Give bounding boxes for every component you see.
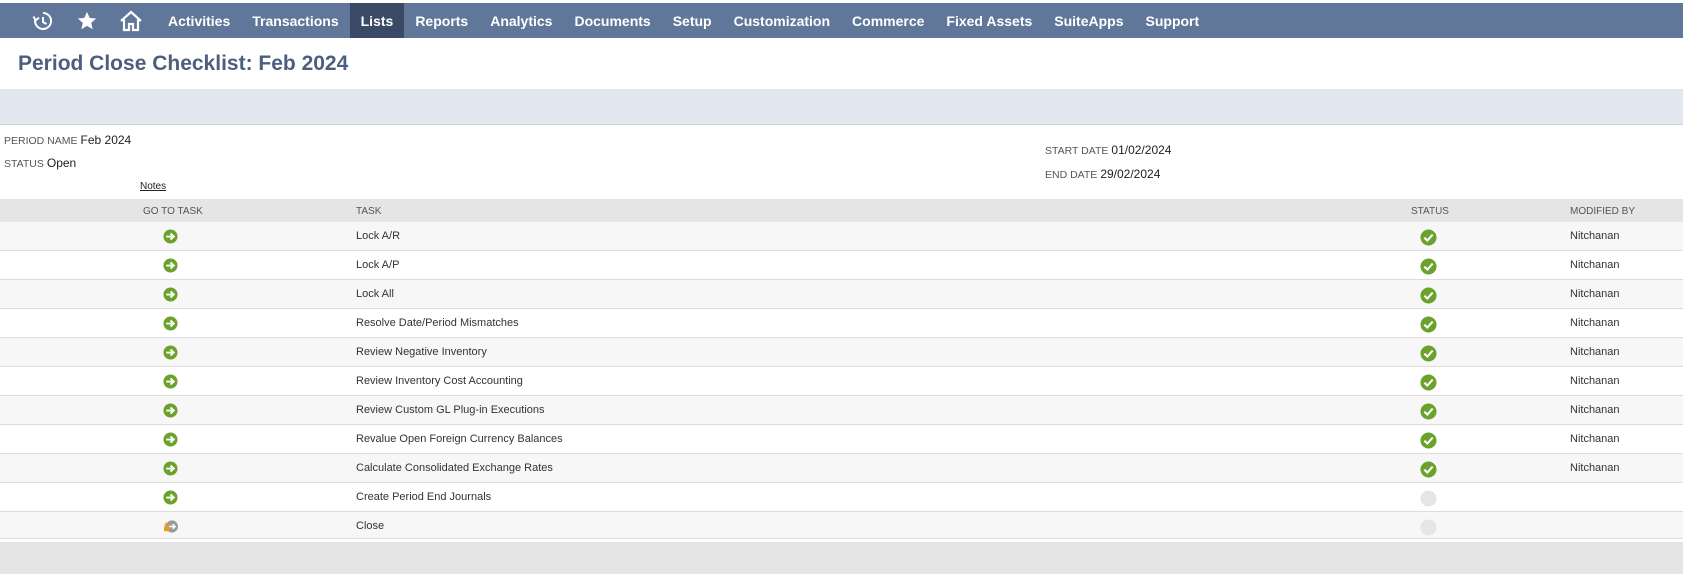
nav-customization[interactable]: Customization [723,3,841,38]
column-go-to-task: Go To Task [143,206,203,217]
go-to-task-icon[interactable] [163,432,178,447]
table-row: Calculate Consolidated Exchange Rates Nit… [0,454,1683,483]
nav-commerce[interactable]: Commerce [841,3,935,38]
pending-status-icon [1420,490,1437,507]
period-name-value: Feb 2024 [80,133,132,147]
start-date-value: 01/02/2024 [1111,143,1172,157]
status-field: Status Open [4,156,76,170]
modified-by: Nitchanan [1570,288,1620,300]
modified-by: Nitchanan [1570,259,1620,271]
go-to-task-icon[interactable] [163,316,178,331]
status-label: Status [4,158,44,170]
task-name: Review Inventory Cost Accounting [356,375,523,387]
modified-by: Nitchanan [1570,375,1620,387]
modified-by: Nitchanan [1570,462,1620,474]
nav-reports[interactable]: Reports [404,3,479,38]
nav-analytics[interactable]: Analytics [479,3,563,38]
task-name: Revalue Open Foreign Currency Balances [356,433,563,445]
task-name: Close [356,520,385,532]
complete-check-icon [1420,258,1437,275]
nav-suiteapps[interactable]: SuiteApps [1043,3,1134,38]
go-to-task-icon[interactable] [163,403,178,418]
task-name: Resolve Date/Period Mismatches [356,317,519,329]
recent-records-icon[interactable] [21,3,65,38]
modified-by: Nitchanan [1570,346,1620,358]
pending-status-icon [1420,519,1437,536]
complete-check-icon [1420,432,1437,449]
nav-fixed-assets[interactable]: Fixed Assets [935,3,1043,38]
status-value: Open [46,156,77,170]
footer-bar [0,542,1683,574]
modified-by: Nitchanan [1570,433,1620,445]
complete-check-icon [1420,345,1437,362]
nav-documents[interactable]: Documents [563,3,661,38]
top-navigation: Activities Transactions Lists Reports An… [0,3,1683,38]
table-row: Close [0,512,1683,539]
task-name: Lock A/R [356,230,401,242]
table-row: Create Period End Journals [0,483,1683,512]
star-icon[interactable] [65,3,109,38]
period-name-label: Period Name [4,135,78,147]
nav-transactions[interactable]: Transactions [241,3,349,38]
table-row: Revalue Open Foreign Currency Balances Ni… [0,425,1683,454]
start-date-label: Start Date [1045,145,1109,157]
nav-activities[interactable]: Activities [157,3,241,38]
end-date-label: End Date [1045,169,1098,181]
task-name: Create Period End Journals [356,491,492,503]
end-date-field: End Date 29/02/2024 [1045,167,1160,181]
period-name-field: Period Name Feb 2024 [4,133,131,147]
table-row: Review Custom GL Plug-in Executions Nitch… [0,396,1683,425]
column-modified-by: Modified By [1570,206,1636,217]
complete-check-icon [1420,287,1437,304]
complete-check-icon [1420,403,1437,420]
notes-link[interactable]: Notes [140,181,166,192]
complete-check-icon [1420,229,1437,246]
task-name: Lock A/P [356,259,400,271]
locked-task-icon [163,519,179,534]
home-icon[interactable] [109,3,153,38]
modified-by: Nitchanan [1570,317,1620,329]
table-row: Lock A/R Nitchanan [0,222,1683,251]
go-to-task-icon[interactable] [163,374,178,389]
end-date-value: 29/02/2024 [1100,167,1161,181]
header-bar [0,89,1683,125]
task-name: Review Custom GL Plug-in Executions [356,404,545,416]
go-to-task-icon[interactable] [163,229,178,244]
nav-setup[interactable]: Setup [662,3,723,38]
table-header: Go To Task Task Status Modified By [0,199,1683,222]
task-name: Review Negative Inventory [356,346,487,358]
go-to-task-icon[interactable] [163,258,178,273]
task-table-body: Lock A/R Nitchanan Lock A/P Nitchanan Lock A… [0,222,1683,539]
table-row: Lock A/P Nitchanan [0,251,1683,280]
go-to-task-icon[interactable] [163,490,178,505]
table-row: Review Inventory Cost Accounting Nitchana… [0,367,1683,396]
task-name: Lock All [356,288,394,300]
page-title: Period Close Checklist: Feb 2024 [18,52,349,75]
go-to-task-icon[interactable] [163,287,178,302]
go-to-task-icon[interactable] [163,345,178,360]
column-task: Task [356,206,382,217]
nav-support[interactable]: Support [1135,3,1211,38]
table-row: Review Negative Inventory Nitchanan [0,338,1683,367]
task-name: Calculate Consolidated Exchange Rates [356,462,553,474]
modified-by: Nitchanan [1570,404,1620,416]
column-status: Status [1411,206,1449,217]
complete-check-icon [1420,374,1437,391]
complete-check-icon [1420,316,1437,333]
nav-lists[interactable]: Lists [349,3,405,38]
complete-check-icon [1420,461,1437,478]
go-to-task-icon[interactable] [163,461,178,476]
modified-by: Nitchanan [1570,230,1620,242]
table-row: Lock All Nitchanan [0,280,1683,309]
start-date-field: Start Date 01/02/2024 [1045,143,1171,157]
table-row: Resolve Date/Period Mismatches Nitchanan [0,309,1683,338]
